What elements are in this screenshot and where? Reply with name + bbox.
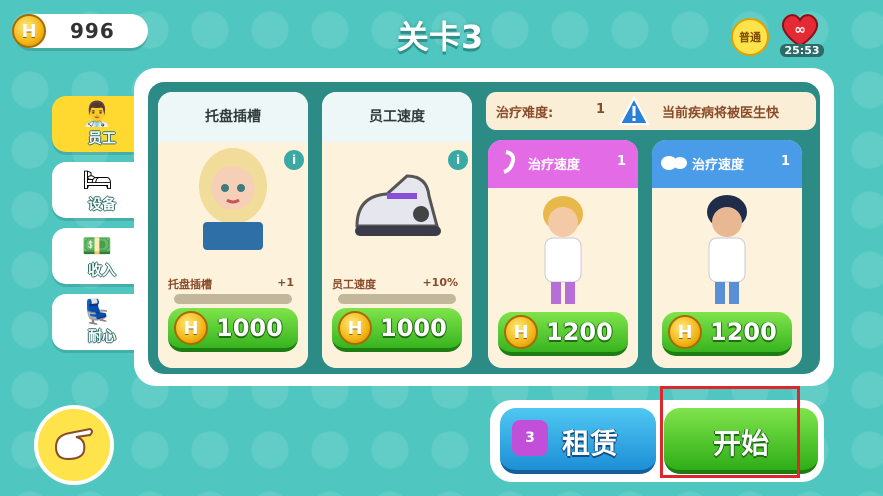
- stat-value: +10%: [422, 276, 458, 289]
- difficulty-message: 当前疾病将被医生快: [662, 106, 780, 121]
- pointing-hand-icon: [54, 427, 93, 461]
- highlight-box: [660, 386, 800, 478]
- rent-button[interactable]: 3 租赁: [500, 408, 656, 474]
- svg-text:∞: ∞: [794, 22, 806, 38]
- staff-level: 1: [616, 154, 626, 169]
- buy-button[interactable]: H 1000: [332, 308, 462, 352]
- card-header: 托盘插槽: [158, 92, 308, 142]
- stat-value: +1: [277, 276, 294, 289]
- coin-icon: H: [668, 315, 702, 349]
- staff-title: 治疗速度: [528, 158, 581, 173]
- level-title: 关卡3: [396, 18, 484, 56]
- price: 1000: [380, 314, 447, 342]
- hire-button[interactable]: H 1200: [498, 312, 628, 356]
- equipment-icon: 🛏: [82, 166, 113, 194]
- coin-amount: 996: [70, 19, 115, 43]
- staff-title: 治疗速度: [692, 158, 745, 173]
- doctor-darkhair-icon: [707, 195, 747, 304]
- chair-icon: 💺: [82, 298, 112, 326]
- difficulty-banner: 治疗难度: 1 当前疾病将被医生快: [486, 92, 816, 130]
- price: 1200: [710, 318, 777, 346]
- lives-timer: 25:53: [780, 44, 824, 57]
- card-body: H 1200: [488, 188, 638, 368]
- heart-icon[interactable]: ∞: [778, 12, 822, 48]
- hire-button[interactable]: H 1200: [662, 312, 792, 356]
- clapperboard-icon: 3: [512, 420, 548, 456]
- progress-bar: [338, 294, 456, 304]
- difficulty-value: 1: [596, 102, 606, 117]
- upgrade-card-staff-speed: 员工速度 i 员工速度 +10% H 1000: [322, 92, 472, 368]
- info-icon[interactable]: i: [448, 150, 468, 170]
- card-body: i 托盘插槽 +1 H 1000: [158, 142, 308, 368]
- coin-icon: H: [338, 311, 372, 345]
- speed-icon: [503, 150, 516, 174]
- rent-label: 租赁: [562, 427, 619, 460]
- staff-level: 1: [780, 154, 790, 169]
- shoe-icon: [355, 174, 441, 236]
- staff-card-header: 治疗速度 1: [488, 140, 638, 188]
- back-button[interactable]: [34, 405, 114, 485]
- staff-card-2: 治疗速度 1 H 1200: [652, 140, 802, 368]
- price: 1200: [546, 318, 613, 346]
- money-icon: 💵: [82, 232, 112, 260]
- difficulty-badge[interactable]: 普通: [731, 18, 769, 56]
- card-body: H 1200: [652, 188, 802, 368]
- price: 1000: [216, 314, 283, 342]
- staff-card-1: 治疗速度 1 H 1200: [488, 140, 638, 368]
- stat-label: 员工速度: [332, 278, 376, 291]
- staff-card-header: 治疗速度 1: [652, 140, 802, 188]
- info-icon[interactable]: i: [284, 150, 304, 170]
- staff-icon: 👨‍⚕️: [82, 100, 112, 128]
- difficulty-label: 治疗难度:: [496, 106, 554, 121]
- card-body: i 员工速度 +10% H 1000: [322, 142, 472, 368]
- coin-icon: H: [12, 14, 46, 48]
- upgrade-card-tray-slots: 托盘插槽 i 托盘插槽 +1 H 1000: [158, 92, 308, 368]
- nurse-portrait-icon: [199, 148, 267, 250]
- coin-counter: H 996: [12, 14, 148, 48]
- warning-icon: [618, 96, 650, 125]
- card-header: 员工速度: [322, 92, 472, 142]
- progress-bar: [174, 294, 292, 304]
- speed-icon: [661, 156, 687, 170]
- buy-button[interactable]: H 1000: [168, 308, 298, 352]
- stat-label: 托盘插槽: [168, 278, 212, 291]
- coin-icon: H: [174, 311, 208, 345]
- doctor-blonde-icon: [543, 196, 583, 304]
- coin-icon: H: [504, 315, 538, 349]
